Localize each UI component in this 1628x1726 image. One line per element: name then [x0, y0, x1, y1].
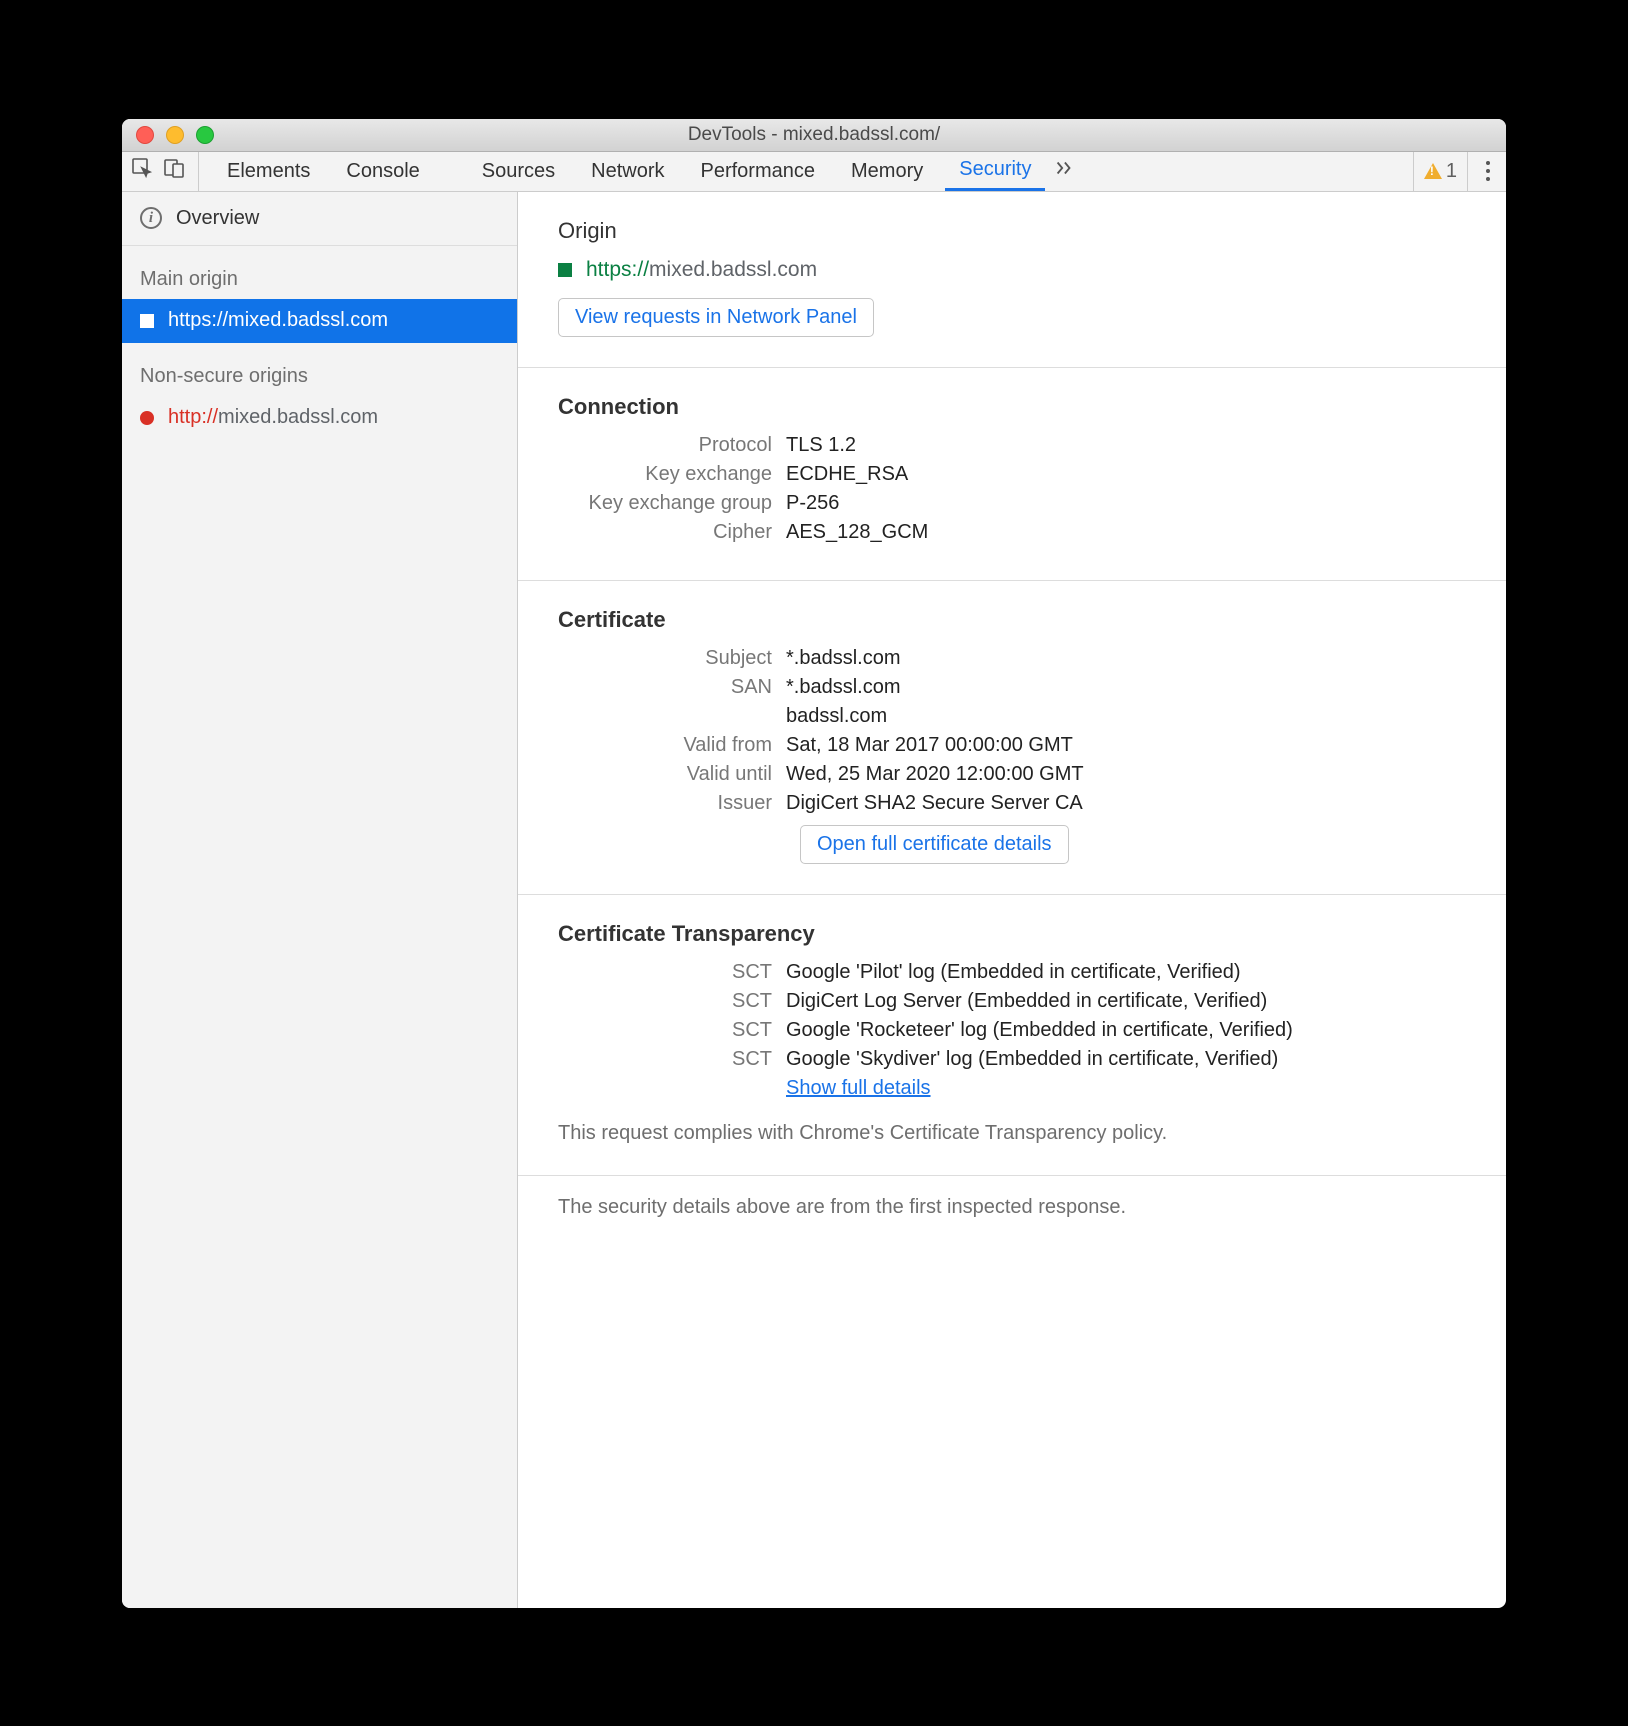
- row-valid-until: Valid untilWed, 25 Mar 2020 12:00:00 GMT: [558, 763, 1466, 786]
- sidebar-origin-nonsecure[interactable]: http://mixed.badssl.com: [122, 396, 517, 440]
- certificate-heading: Certificate: [558, 607, 1466, 633]
- row-key-exchange-group: Key exchange groupP-256: [558, 492, 1466, 515]
- minimize-window-icon[interactable]: [166, 126, 184, 144]
- ct-compliance-note: This request complies with Chrome's Cert…: [558, 1106, 1466, 1145]
- row-show-full: Show full details: [558, 1077, 1466, 1100]
- devtools-toolbar: Elements Console Sources Network Perform…: [122, 152, 1506, 192]
- view-requests-button[interactable]: View requests in Network Panel: [558, 298, 874, 337]
- footer-note: The security details above are from the …: [518, 1176, 1506, 1239]
- window-title: DevTools - mixed.badssl.com/: [122, 124, 1506, 146]
- settings-menu-icon[interactable]: [1478, 161, 1498, 181]
- main-origin-url: https://mixed.badssl.com: [168, 309, 388, 332]
- row-subject: Subject*.badssl.com: [558, 647, 1466, 670]
- security-sidebar: i Overview Main origin https://mixed.bad…: [122, 192, 518, 1608]
- window-titlebar: DevTools - mixed.badssl.com/: [122, 119, 1506, 152]
- device-toolbar-icon[interactable]: [162, 156, 186, 186]
- sidebar-item-overview[interactable]: i Overview: [122, 192, 517, 246]
- insecure-origin-icon: [140, 411, 154, 425]
- tab-sources[interactable]: Sources: [468, 152, 569, 191]
- close-window-icon[interactable]: [136, 126, 154, 144]
- warning-icon: [1424, 163, 1442, 179]
- row-sct-3: SCTGoogle 'Skydiver' log (Embedded in ce…: [558, 1048, 1466, 1071]
- row-valid-from: Valid fromSat, 18 Mar 2017 00:00:00 GMT: [558, 734, 1466, 757]
- sidebar-heading-main-origin: Main origin: [122, 246, 517, 299]
- tab-network[interactable]: Network: [577, 152, 678, 191]
- row-san-1: SAN*.badssl.com: [558, 676, 1466, 699]
- section-certificate-transparency: Certificate Transparency SCTGoogle 'Pilo…: [518, 895, 1506, 1176]
- security-main: Origin https://mixed.badssl.com View req…: [518, 192, 1506, 1608]
- ct-heading: Certificate Transparency: [558, 921, 1466, 947]
- maximize-window-icon[interactable]: [196, 126, 214, 144]
- secure-icon: [558, 263, 572, 277]
- tab-performance[interactable]: Performance: [687, 152, 830, 191]
- row-cipher: CipherAES_128_GCM: [558, 521, 1466, 544]
- tab-security[interactable]: Security: [945, 152, 1045, 191]
- sidebar-origin-main[interactable]: https://mixed.badssl.com: [122, 299, 517, 343]
- inspect-element-icon[interactable]: [130, 156, 154, 186]
- security-panel-body: i Overview Main origin https://mixed.bad…: [122, 192, 1506, 1608]
- open-full-certificate-button[interactable]: Open full certificate details: [800, 825, 1069, 864]
- row-sct-2: SCTGoogle 'Rocketeer' log (Embedded in c…: [558, 1019, 1466, 1042]
- overview-label: Overview: [176, 207, 259, 230]
- info-icon: i: [140, 207, 162, 229]
- tab-memory[interactable]: Memory: [837, 152, 937, 191]
- origin-url-line: https://mixed.badssl.com: [558, 258, 1466, 282]
- show-full-details-link[interactable]: Show full details: [786, 1077, 931, 1099]
- warnings-badge[interactable]: 1: [1413, 152, 1468, 191]
- warnings-count: 1: [1446, 160, 1457, 183]
- row-issuer: IssuerDigiCert SHA2 Secure Server CA: [558, 792, 1466, 815]
- tab-elements[interactable]: Elements: [213, 152, 324, 191]
- row-protocol: ProtocolTLS 1.2: [558, 434, 1466, 457]
- panel-tabs: Elements Console Sources Network Perform…: [213, 152, 1075, 191]
- section-connection: Connection ProtocolTLS 1.2 Key exchangeE…: [518, 368, 1506, 581]
- more-tabs-icon[interactable]: [1053, 157, 1075, 185]
- row-sct-1: SCTDigiCert Log Server (Embedded in cert…: [558, 990, 1466, 1013]
- traffic-lights: [122, 126, 214, 144]
- connection-heading: Connection: [558, 394, 1466, 420]
- secure-origin-icon: [140, 314, 154, 328]
- nonsecure-origin-url: http://mixed.badssl.com: [168, 406, 378, 429]
- row-sct-0: SCTGoogle 'Pilot' log (Embedded in certi…: [558, 961, 1466, 984]
- section-certificate: Certificate Subject*.badssl.com SAN*.bad…: [518, 581, 1506, 895]
- tab-console[interactable]: Console: [332, 152, 433, 191]
- section-origin: Origin https://mixed.badssl.com View req…: [518, 192, 1506, 368]
- origin-heading: Origin: [558, 218, 1466, 244]
- row-san-2: badssl.com: [558, 705, 1466, 728]
- row-key-exchange: Key exchangeECDHE_RSA: [558, 463, 1466, 486]
- sidebar-heading-nonsecure: Non-secure origins: [122, 343, 517, 396]
- devtools-window: DevTools - mixed.badssl.com/ Elements Co…: [122, 119, 1506, 1608]
